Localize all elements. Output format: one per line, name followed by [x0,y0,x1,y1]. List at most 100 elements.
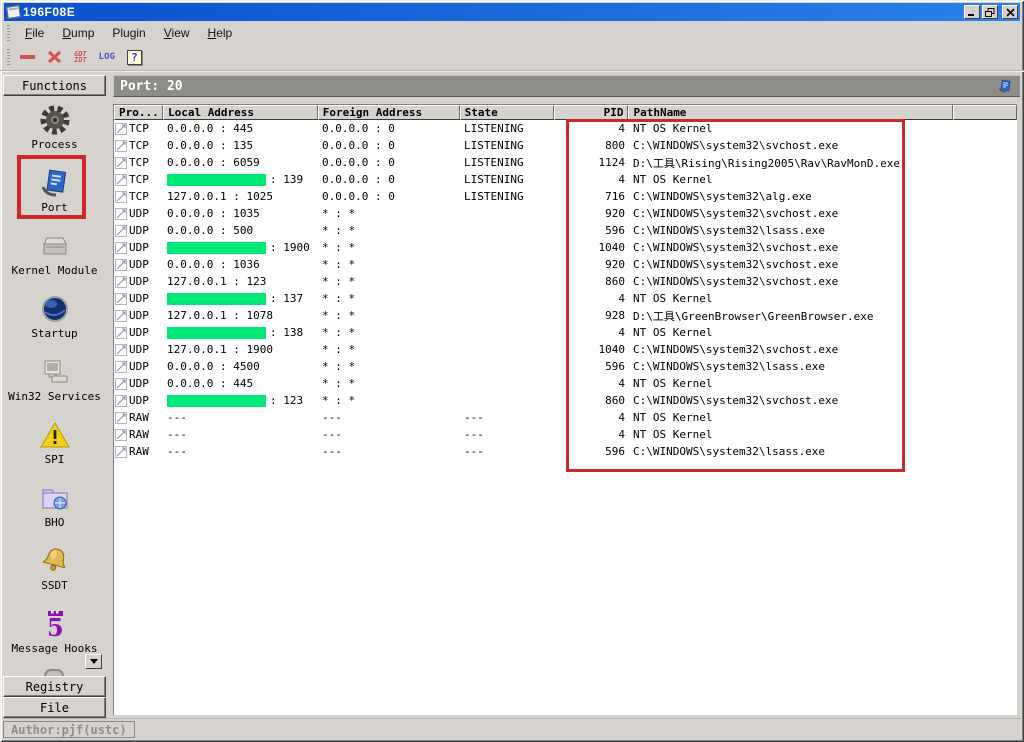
table-row[interactable]: UDP0.0.0.0 : 445* : *4NT OS Kernel [114,375,1017,392]
table-row[interactable]: UDP0.0.0.0 : 1036* : *920C:\WINDOWS\syst… [114,256,1017,273]
cell-protocol: UDP [114,258,163,271]
close-icon [1006,8,1015,17]
cell-pid: 596 [554,360,629,373]
column-header-foreign-address[interactable]: Foreign Address [318,105,460,120]
cell-state: LISTENING [460,122,554,135]
table-row[interactable]: UDP127.0.0.1 : 1900* : *1040C:\WINDOWS\s… [114,341,1017,358]
table-row[interactable]: TCP0.0.0.0 : 60590.0.0.0 : 0LISTENING112… [114,154,1017,171]
sidebar-item-startup[interactable]: Startup [3,289,106,352]
restore-button[interactable] [982,5,998,19]
sidebar-scroll-down-button[interactable] [85,654,102,669]
cell-foreign-address: * : * [318,309,460,322]
cell-local-address: 0.0.0.0 : 445 [163,122,318,135]
cell-foreign-address: * : * [318,224,460,237]
file-button[interactable]: File [3,697,106,718]
socket-icon [115,378,127,390]
cell-pid: 928 [554,309,629,322]
cell-pid: 4 [554,173,629,186]
socket-icon [115,293,127,305]
table-row[interactable]: TCP: 1390.0.0.0 : 0LISTENING4NT OS Kerne… [114,171,1017,188]
cell-foreign-address: 0.0.0.0 : 0 [318,190,460,203]
socket-icon [115,276,127,288]
bho-icon [39,482,71,514]
close-button[interactable] [1002,5,1018,19]
column-header-local-address[interactable]: Local Address [163,105,318,120]
table-row[interactable]: UDP: 137* : *4NT OS Kernel [114,290,1017,307]
toolbar-grip[interactable] [7,49,10,65]
column-header-pid[interactable]: PID [554,105,629,120]
cell-local-address: 0.0.0.0 : 1035 [163,207,318,220]
sidebar-item-process[interactable]: Process [3,100,106,163]
sidebar-item-kernel-module[interactable]: Kernel Module [3,226,106,289]
port-panel-icon[interactable] [996,77,1014,95]
help-button[interactable]: ? [123,46,146,68]
cell-local-address: 127.0.0.1 : 123 [163,275,318,288]
cell-state: LISTENING [460,190,554,203]
terminate-button[interactable] [43,46,66,68]
menu-view[interactable]: View [155,24,199,42]
table-row[interactable]: RAW---------4NT OS Kernel [114,426,1017,443]
sidebar-item-spi[interactable]: SPI [3,415,106,478]
menu-file[interactable]: File [16,24,53,42]
disconnect-button[interactable] [16,46,39,68]
cell-pathname: NT OS Kernel [629,411,954,424]
functions-button[interactable]: Functions [3,75,106,96]
menu-plugin-rest: Plugin [112,26,145,40]
column-header-protocol[interactable]: Pro... [114,105,163,120]
cell-protocol: UDP [114,360,163,373]
socket-icon [115,429,127,441]
menu-grip[interactable] [7,25,10,41]
cell-local-address: 127.0.0.1 : 1900 [163,343,318,356]
sidebar-item-bho[interactable]: BHO [3,478,106,541]
message-hooks-icon: 5 [39,608,71,640]
svg-text:5: 5 [47,613,64,640]
socket-icon [115,225,127,237]
socket-icon [115,174,127,186]
cell-pathname: C:\WINDOWS\system32\svchost.exe [629,258,954,271]
cell-pathname: C:\WINDOWS\system32\svchost.exe [629,241,954,254]
sidebar-item-ssdt[interactable]: SSDT [3,541,106,604]
socket-icon [115,412,127,424]
menu-plugin[interactable]: Plugin [103,24,154,42]
redacted-ip [167,327,266,339]
menu-help[interactable]: Help [199,24,242,42]
table-row[interactable]: UDP0.0.0.0 : 500* : *596C:\WINDOWS\syste… [114,222,1017,239]
table-row[interactable]: RAW---------596C:\WINDOWS\system32\lsass… [114,443,1017,460]
cell-protocol: UDP [114,241,163,254]
minimize-button[interactable] [964,5,980,19]
cell-pathname: NT OS Kernel [629,326,954,339]
cell-protocol: TCP [114,156,163,169]
table-row[interactable]: TCP0.0.0.0 : 4450.0.0.0 : 0LISTENING4NT … [114,120,1017,137]
main-panel: Port: 20 Pro...Local AddressForeign Addr… [113,73,1020,718]
port-mini-icon [997,78,1013,94]
menu-dump[interactable]: Dump [53,24,103,42]
table-row[interactable]: UDP: 1900* : *1040C:\WINDOWS\system32\sv… [114,239,1017,256]
column-header-pathname[interactable]: PathName [628,105,953,120]
partial-next-icon [44,669,64,676]
registry-button[interactable]: Registry [3,676,106,697]
table-row[interactable]: UDP127.0.0.1 : 123* : *860C:\WINDOWS\sys… [114,273,1017,290]
cell-protocol: TCP [114,139,163,152]
column-header-empty[interactable] [953,105,1017,120]
table-row[interactable]: UDP0.0.0.0 : 4500* : *596C:\WINDOWS\syst… [114,358,1017,375]
log-button[interactable]: LOG [95,46,119,68]
sidebar-item-label: Process [31,138,77,151]
table-row[interactable]: UDP: 123* : *860C:\WINDOWS\system32\svch… [114,392,1017,409]
cell-pid: 860 [554,275,629,288]
table-row[interactable]: TCP0.0.0.0 : 1350.0.0.0 : 0LISTENING800C… [114,137,1017,154]
cell-local-address: --- [163,428,318,441]
menu-dump-rest: ump [71,26,94,40]
cell-foreign-address: 0.0.0.0 : 0 [318,173,460,186]
redacted-ip [167,293,266,305]
gdt-idt-button[interactable]: GDTIDT [70,46,91,68]
window-title: 196F08E [23,5,75,19]
table-row[interactable]: RAW---------4NT OS Kernel [114,409,1017,426]
sidebar-item-label: Win32 Services [8,390,101,403]
column-header-state[interactable]: State [460,105,554,120]
table-row[interactable]: UDP127.0.0.1 : 1078* : *928D:\工具\GreenBr… [114,307,1017,324]
table-row[interactable]: UDP: 138* : *4NT OS Kernel [114,324,1017,341]
sidebar-item-win32-services[interactable]: Win32 Services [3,352,106,415]
cell-foreign-address: * : * [318,343,460,356]
table-row[interactable]: TCP127.0.0.1 : 10250.0.0.0 : 0LISTENING7… [114,188,1017,205]
table-row[interactable]: UDP0.0.0.0 : 1035* : *920C:\WINDOWS\syst… [114,205,1017,222]
